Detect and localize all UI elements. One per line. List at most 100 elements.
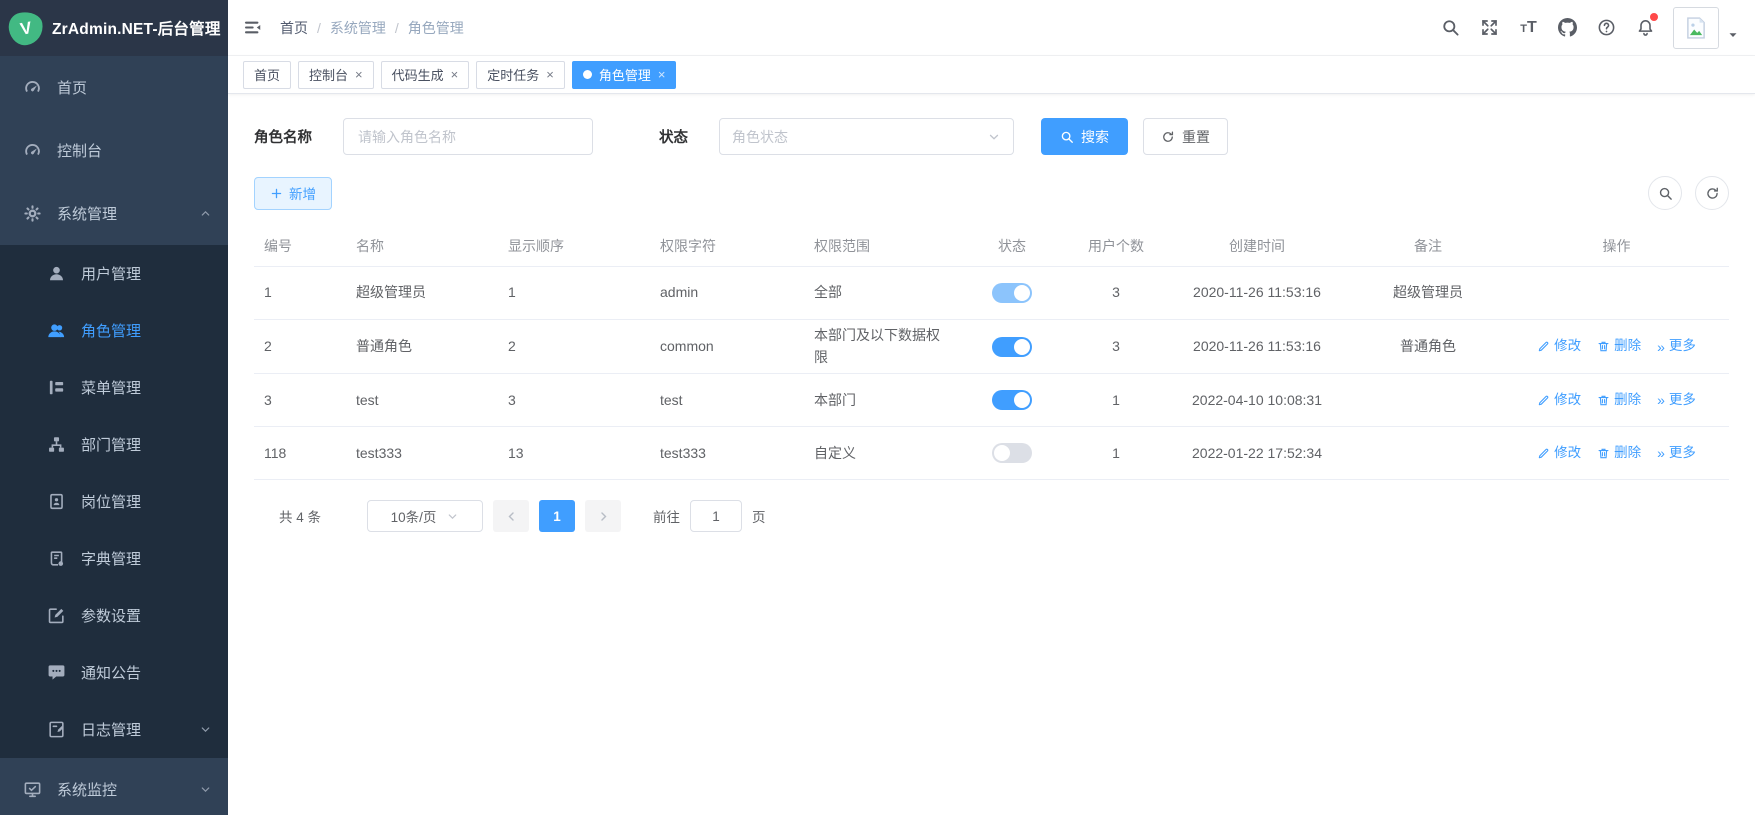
- app-logo[interactable]: V ZrAdmin.NET-后台管理: [0, 0, 228, 56]
- close-icon[interactable]: ×: [451, 68, 459, 81]
- more-link[interactable]: »更多: [1657, 443, 1696, 464]
- sidebar: V ZrAdmin.NET-后台管理 首页控制台系统管理用户管理角色管理菜单管理…: [0, 0, 228, 815]
- cell-actions: 修改 删除 »更多: [1504, 390, 1729, 411]
- sidebar-item[interactable]: 控制台: [0, 119, 228, 182]
- cell-status: [954, 283, 1070, 303]
- chevron-down-icon: [199, 783, 212, 796]
- sidebar-item-label: 部门管理: [81, 434, 141, 455]
- cell-id: 2: [254, 336, 346, 358]
- cell-perm_char: test333: [650, 443, 804, 465]
- sidebar-item-label: 字典管理: [81, 548, 141, 569]
- tab[interactable]: 控制台 ×: [298, 61, 374, 89]
- search-icon: [1658, 186, 1673, 201]
- trash-icon: [1597, 394, 1610, 407]
- edit-link[interactable]: 修改: [1537, 390, 1581, 411]
- close-icon[interactable]: ×: [355, 68, 363, 81]
- help-icon: [1597, 18, 1616, 37]
- refresh-icon: [1161, 130, 1175, 144]
- sidebar-item[interactable]: 字典管理: [0, 530, 228, 587]
- double-chevron-icon: »: [1657, 393, 1665, 407]
- status-toggle[interactable]: [992, 390, 1032, 410]
- cell-actions: 修改 删除 »更多: [1504, 336, 1729, 357]
- sidebar-item[interactable]: 通知公告: [0, 644, 228, 701]
- caret-down-icon[interactable]: [1727, 29, 1739, 41]
- fullscreen-button[interactable]: [1470, 0, 1509, 56]
- sidebar-item-label: 控制台: [57, 140, 102, 161]
- goto-label: 前往: [653, 506, 680, 526]
- tab[interactable]: 首页: [243, 61, 291, 89]
- sidebar-collapse-button[interactable]: [228, 0, 277, 55]
- status-toggle[interactable]: [992, 443, 1032, 463]
- edit-link[interactable]: 修改: [1537, 443, 1581, 464]
- reset-button[interactable]: 重置: [1143, 118, 1228, 155]
- search-button[interactable]: [1431, 0, 1470, 56]
- tab-label: 代码生成: [392, 65, 444, 84]
- table-row: 1超级管理员1admin全部32020-11-26 11:53:16超级管理员: [254, 267, 1729, 320]
- search-toggle-button[interactable]: [1648, 176, 1682, 210]
- font-size-button[interactable]: TT: [1509, 0, 1548, 56]
- delete-link[interactable]: 删除: [1597, 390, 1641, 411]
- broken-image-icon: [1683, 15, 1709, 41]
- sidebar-item[interactable]: 系统管理: [0, 182, 228, 245]
- breadcrumb-item[interactable]: 首页: [280, 18, 308, 38]
- gear-icon: [23, 204, 42, 223]
- page-size-select[interactable]: 10条/页: [367, 500, 483, 532]
- cell-remark: 普通角色: [1352, 336, 1504, 358]
- status-toggle[interactable]: [992, 337, 1032, 357]
- close-icon[interactable]: ×: [546, 68, 554, 81]
- cell-created-at: 2020-11-26 11:53:16: [1162, 336, 1352, 358]
- sidebar-item[interactable]: 部门管理: [0, 416, 228, 473]
- search-button[interactable]: 搜索: [1041, 118, 1128, 155]
- main-area: 首页/系统管理/角色管理 TT 首页控制台×代码生成×定时任务×角色管理× 角色…: [228, 0, 1755, 815]
- delete-link[interactable]: 删除: [1597, 443, 1641, 464]
- tab[interactable]: 代码生成 ×: [381, 61, 470, 89]
- close-icon[interactable]: ×: [658, 68, 666, 81]
- page-number-button[interactable]: 1: [539, 500, 575, 532]
- tab[interactable]: 角色管理×: [572, 61, 677, 89]
- gauge-icon: [23, 141, 42, 160]
- status-toggle[interactable]: [992, 283, 1032, 303]
- edit-link[interactable]: 修改: [1537, 336, 1581, 357]
- cell-user-count: 3: [1070, 282, 1162, 304]
- tab-label: 控制台: [309, 65, 348, 84]
- cell-scope: 本部门及以下数据权限: [804, 325, 954, 368]
- more-link[interactable]: »更多: [1657, 390, 1696, 411]
- breadcrumb-separator: /: [395, 20, 399, 36]
- plus-icon: [270, 187, 283, 200]
- chat-icon: [47, 663, 66, 682]
- search-button-label: 搜索: [1081, 127, 1109, 147]
- role-name-input[interactable]: [343, 118, 593, 155]
- sidebar-item[interactable]: 角色管理: [0, 302, 228, 359]
- cell-status: [954, 443, 1070, 463]
- cell-user-count: 1: [1070, 390, 1162, 412]
- add-role-button[interactable]: 新增: [254, 177, 332, 210]
- avatar[interactable]: [1673, 7, 1719, 49]
- delete-link-label: 删除: [1614, 390, 1641, 411]
- help-button[interactable]: [1587, 0, 1626, 56]
- status-select[interactable]: 角色状态: [719, 118, 1014, 155]
- chevron-down-icon: [446, 510, 459, 523]
- sidebar-item[interactable]: 用户管理: [0, 245, 228, 302]
- goto-page: 前往 页: [653, 500, 766, 532]
- more-link-label: 更多: [1669, 336, 1696, 357]
- delete-link[interactable]: 删除: [1597, 336, 1641, 357]
- github-button[interactable]: [1548, 0, 1587, 56]
- sidebar-item[interactable]: 岗位管理: [0, 473, 228, 530]
- tab[interactable]: 定时任务×: [476, 61, 565, 89]
- bell-button[interactable]: [1626, 0, 1665, 56]
- sidebar-item[interactable]: 参数设置: [0, 587, 228, 644]
- sidebar-item[interactable]: 菜单管理: [0, 359, 228, 416]
- gauge-icon: [23, 78, 42, 97]
- refresh-table-button[interactable]: [1695, 176, 1729, 210]
- topbar-actions: TT: [1431, 0, 1755, 56]
- sidebar-item[interactable]: 系统监控: [0, 758, 228, 815]
- goto-page-input[interactable]: [690, 500, 742, 532]
- column-header: 备注: [1352, 236, 1504, 258]
- cell-name: 超级管理员: [346, 282, 498, 304]
- next-page-button[interactable]: [585, 500, 621, 532]
- sidebar-item[interactable]: 首页: [0, 56, 228, 119]
- prev-page-button[interactable]: [493, 500, 529, 532]
- sidebar-item[interactable]: 日志管理: [0, 701, 228, 758]
- more-link[interactable]: »更多: [1657, 336, 1696, 357]
- delete-link-label: 删除: [1614, 336, 1641, 357]
